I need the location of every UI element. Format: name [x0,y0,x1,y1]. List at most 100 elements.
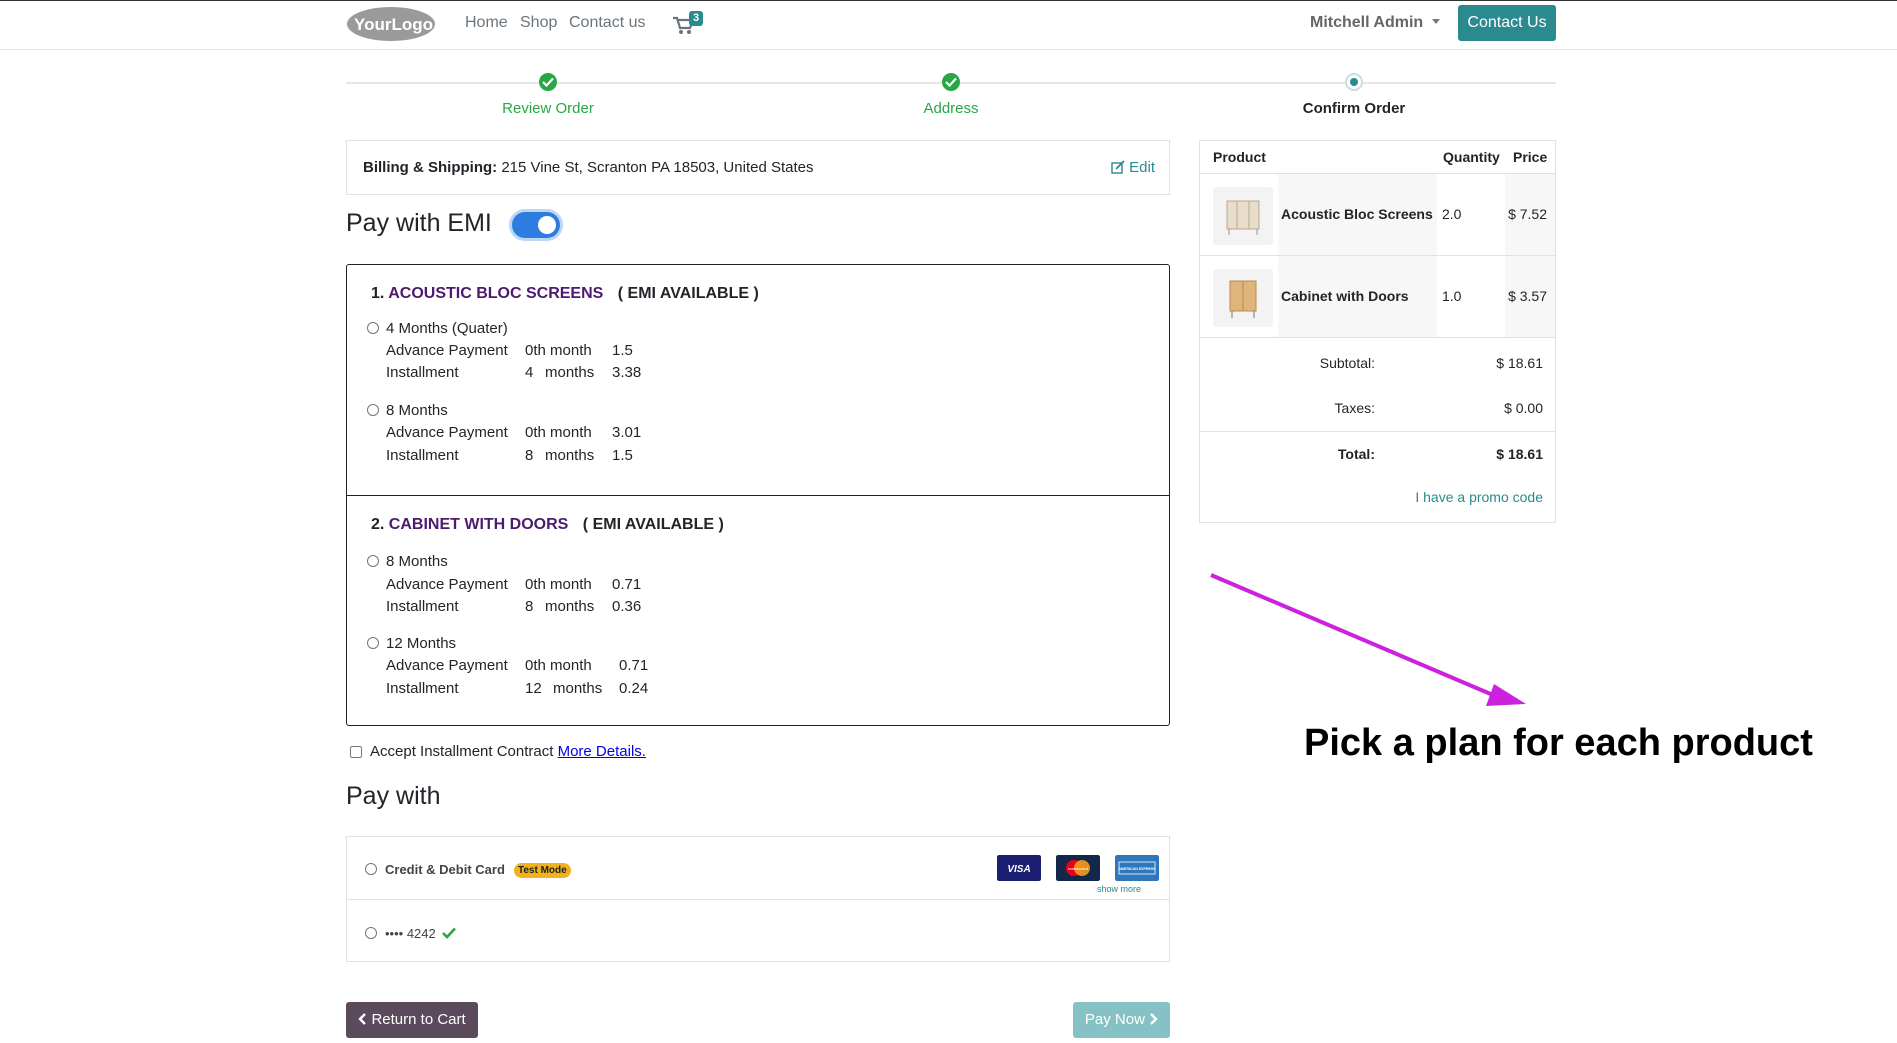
svg-text:AMERICAN EXPRESS: AMERICAN EXPRESS [1118,867,1156,871]
emi-toggle-switch[interactable] [512,212,560,238]
svg-text:mastercard: mastercard [1068,866,1088,871]
advance-month: 0th month [525,576,592,593]
advance-label: Advance Payment [386,657,508,674]
product-thumbnail [1213,269,1273,327]
summary-item-row: Cabinet with Doors 1.0 $ 3.57 [1200,255,1555,337]
show-more-link[interactable]: show more [1097,884,1141,894]
plan-radio[interactable] [367,404,379,416]
emi-plans-box: 1. ACOUSTIC BLOC SCREENS ( EMI AVAILABLE… [346,264,1170,726]
summary-price: $ 3.57 [1508,288,1547,304]
advance-month: 0th month [525,657,592,674]
payment-radio[interactable] [365,863,377,875]
installment-count: 4 [525,364,534,381]
nav-home[interactable]: Home [465,14,508,32]
amex-card-icon: AMERICAN EXPRESS [1115,855,1159,881]
summary-item-row: Acoustic Bloc Screens 2.0 $ 7.52 [1200,173,1555,255]
plan-radio[interactable] [367,322,379,334]
visa-card-icon: VISA [997,855,1041,881]
more-details-link[interactable]: More Details. [558,743,646,760]
svg-text:YourLogo: YourLogo [354,15,433,34]
promo-code-link[interactable]: I have a promo code [1415,489,1543,505]
subtotal-label: Subtotal: [1319,355,1375,371]
saved-card-label: •••• 4242 [385,926,436,941]
plan-title: 8 Months [386,553,448,570]
test-mode-badge: Test Mode [514,863,571,878]
summary-product-name: Cabinet with Doors [1281,288,1409,304]
step-address[interactable]: Address [851,100,1051,117]
pay-now-label: Pay Now [1084,1011,1145,1028]
payment-method-label: Credit & Debit Card [385,862,505,877]
step-review-order[interactable]: Review Order [448,100,648,117]
pay-now-button[interactable]: Pay Now [1073,1002,1170,1038]
installment-unit: months [545,598,595,615]
installment-count: 12 [525,680,542,697]
emi-availability: ( EMI AVAILABLE ) [617,285,759,302]
edit-address-link[interactable]: Edit [1111,159,1155,176]
plan-title: 8 Months [386,402,448,419]
return-to-cart-button[interactable]: Return to Cart [346,1002,478,1038]
product-name: ACOUSTIC BLOC SCREENS [388,285,604,302]
installment-count: 8 [525,447,534,464]
taxes-label: Taxes: [1334,400,1375,416]
advance-value: 1.5 [612,342,633,359]
brand-logo[interactable]: YourLogo [346,6,436,42]
step-confirm-dot [1345,73,1363,91]
summary-price: $ 7.52 [1508,206,1547,222]
advance-month: 0th month [525,342,592,359]
step-review-check-icon [539,73,557,91]
chevron-left-icon [358,1013,367,1025]
advance-label: Advance Payment [386,342,508,359]
plan-radio[interactable] [367,555,379,567]
installment-label: Installment [386,364,459,381]
advance-value: 0.71 [619,657,649,674]
edit-label: Edit [1129,159,1155,176]
product-thumbnail [1213,187,1273,245]
advance-value: 3.01 [612,424,642,441]
installment-unit: months [553,680,603,697]
col-header-quantity: Quantity [1443,149,1500,165]
step-confirm-order: Confirm Order [1302,100,1406,117]
installment-value: 0.36 [612,598,642,615]
billing-shipping-card: Billing & Shipping: 215 Vine St, Scranto… [346,140,1170,195]
nav-contact-us[interactable]: Contact us [569,14,645,32]
installment-value: 1.5 [612,447,633,464]
contact-us-button[interactable]: Contact Us [1458,5,1556,41]
emi-product-section: 1. ACOUSTIC BLOC SCREENS ( EMI AVAILABLE… [347,265,1169,495]
user-menu[interactable]: Mitchell Admin [1310,14,1440,32]
emi-availability: ( EMI AVAILABLE ) [582,516,724,533]
payment-method-card[interactable]: Credit & Debit Card Test Mode VISA maste… [347,837,1169,899]
subtotal-value: $ 18.61 [1496,355,1543,371]
payment-method-saved[interactable]: •••• 4242 [347,899,1169,961]
accept-contract-label: Accept Installment Contract [370,743,554,760]
advance-month: 0th month [525,424,592,441]
top-navbar: YourLogo Home Shop Contact us 3 Mitchell… [0,0,1897,50]
accept-contract-checkbox[interactable] [350,746,362,758]
payment-radio[interactable] [365,927,377,939]
total-label: Total: [1337,446,1375,462]
emi-product-heading: 2. CABINET WITH DOORS ( EMI AVAILABLE ) [371,516,724,534]
installment-unit: months [545,364,595,381]
chevron-right-icon [1150,1013,1158,1025]
emi-title: Pay with EMI [346,209,492,237]
total-value: $ 18.61 [1496,446,1543,462]
product-number: 2. [371,516,385,533]
emi-product-heading: 1. ACOUSTIC BLOC SCREENS ( EMI AVAILABLE… [371,285,759,303]
annotation-arrow-icon [1210,573,1526,706]
mastercard-icon: mastercard [1056,855,1100,881]
advance-value: 0.71 [612,576,642,593]
verified-check-icon [442,927,457,939]
col-header-product: Product [1213,149,1266,165]
installment-label: Installment [386,447,459,464]
installment-value: 3.38 [612,364,642,381]
plan-radio[interactable] [367,637,379,649]
nav-shop[interactable]: Shop [520,14,557,32]
billing-label: Billing & Shipping: [363,159,498,176]
emi-product-section: 2. CABINET WITH DOORS ( EMI AVAILABLE ) … [347,495,1169,725]
installment-label: Installment [386,598,459,615]
pay-with-title: Pay with [346,782,441,810]
cart-count-badge: 3 [689,11,704,26]
installment-count: 8 [525,598,534,615]
col-header-price: Price [1513,149,1548,165]
summary-quantity: 1.0 [1442,288,1462,304]
billing-address: 215 Vine St, Scranton PA 18503, United S… [501,159,814,176]
